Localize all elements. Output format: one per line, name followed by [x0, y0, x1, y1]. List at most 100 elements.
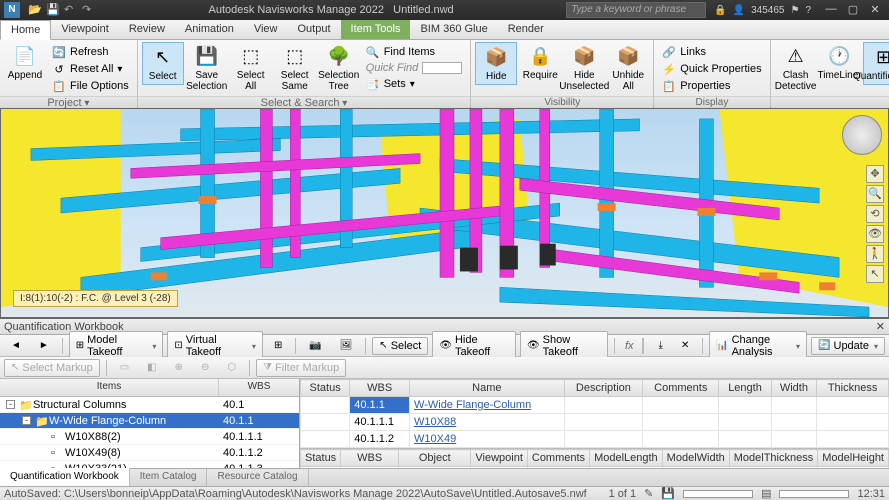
- model-takeoff-button[interactable]: ⊞ Model Takeoff: [69, 331, 164, 361]
- selection-tree-button[interactable]: 🌳Selection Tree: [318, 42, 360, 94]
- col-header[interactable]: Length: [719, 380, 771, 397]
- nav-look-icon[interactable]: 👁: [866, 225, 884, 243]
- nav-fwd-button[interactable]: ►: [32, 337, 56, 354]
- update-button[interactable]: 🔄 Update: [811, 337, 885, 355]
- col-header[interactable]: Viewpoint: [471, 450, 528, 467]
- qtab-resource-catalog[interactable]: Resource Catalog: [207, 469, 308, 486]
- col-header[interactable]: Thickness: [817, 380, 889, 397]
- nav-orbit-icon[interactable]: ⟲: [866, 205, 884, 223]
- save-selection-button[interactable]: 💾Save Selection: [186, 42, 228, 94]
- infocenter-icon[interactable]: 🔒: [714, 5, 726, 16]
- viewpoint-button[interactable]: 📷: [302, 337, 328, 354]
- select-markup-button[interactable]: ↖ Select Markup: [4, 359, 100, 377]
- tab-view[interactable]: View: [244, 20, 288, 39]
- append-button[interactable]: 📄Append: [4, 42, 46, 83]
- select-button[interactable]: ↖Select: [142, 42, 184, 85]
- find-items-button[interactable]: 🔍Find Items: [362, 44, 467, 60]
- reset-all-button[interactable]: ↺Reset All ▾: [48, 61, 133, 77]
- col-header[interactable]: WBS: [350, 380, 410, 397]
- col-header[interactable]: Comments: [527, 450, 589, 467]
- nav-back-button[interactable]: ◄: [4, 337, 28, 354]
- tab-animation[interactable]: Animation: [175, 20, 244, 39]
- change-analysis-button[interactable]: 📊 Change Analysis: [709, 331, 807, 361]
- tree-row[interactable]: ▫W10X49(8)40.1.1.2: [0, 445, 299, 461]
- close-button[interactable]: ✕: [865, 3, 885, 17]
- col-header[interactable]: Comments: [643, 380, 719, 397]
- nav-walk-icon[interactable]: 🚶: [866, 245, 884, 263]
- col-header[interactable]: ModelLength: [590, 450, 663, 467]
- tab-review[interactable]: Review: [119, 20, 175, 39]
- tab-viewpoint[interactable]: Viewpoint: [51, 20, 119, 39]
- view-cube[interactable]: [842, 115, 882, 155]
- formula-input[interactable]: [642, 338, 644, 354]
- 3d-viewport[interactable]: I:8(1):10(-2) : F.C. @ Level 3 (-28) ✥ 🔍…: [0, 108, 889, 318]
- expand-button[interactable]: ⊞: [267, 337, 289, 354]
- tab-home[interactable]: Home: [0, 20, 51, 40]
- tree-head-items[interactable]: Items: [0, 379, 219, 396]
- tab-output[interactable]: Output: [288, 20, 341, 39]
- select-same-button[interactable]: ⬚Select Same: [274, 42, 316, 94]
- markup-count-icon[interactable]: ⊕: [168, 359, 190, 376]
- import-button[interactable]: ⤓: [652, 337, 670, 354]
- tree-row[interactable]: -📁W-Wide Flange-Column40.1.1: [0, 413, 299, 429]
- col-header[interactable]: Status: [301, 450, 341, 467]
- maximize-button[interactable]: ▢: [843, 3, 863, 17]
- tree-row[interactable]: ▫W10X88(2)40.1.1.1: [0, 429, 299, 445]
- links-button[interactable]: 🔗Links: [658, 44, 765, 60]
- qat-open-icon[interactable]: 📂: [28, 3, 42, 17]
- memory-icon[interactable]: ▤: [761, 487, 771, 500]
- qtab-quantification-workbook[interactable]: Quantification Workbook: [0, 468, 130, 486]
- sets-button[interactable]: 📑Sets ▾: [362, 76, 467, 92]
- hide-unselected-button[interactable]: 📦Hide Unselected: [563, 42, 605, 94]
- help-search[interactable]: Type a keyword or phrase: [566, 2, 706, 18]
- select-all-button[interactable]: ⬚Select All: [230, 42, 272, 94]
- tab-bim-360-glue[interactable]: BIM 360 Glue: [410, 20, 497, 39]
- clash-detective-button[interactable]: ⚠Clash Detective: [775, 42, 817, 94]
- col-header[interactable]: Status: [301, 380, 350, 397]
- col-header[interactable]: Object: [399, 450, 471, 467]
- table-row[interactable]: 40.1.1W-Wide Flange-Column: [301, 397, 889, 414]
- tree-row[interactable]: -📁Structural Columns40.1: [0, 397, 299, 413]
- quantification-button[interactable]: ⊞Quantification: [863, 42, 889, 85]
- quick-properties-button[interactable]: ⚡Quick Properties: [658, 61, 765, 77]
- file-options-button[interactable]: 📋File Options: [48, 78, 133, 94]
- filter-markup-button[interactable]: ⧩ Filter Markup: [256, 359, 346, 377]
- tab-item-tools[interactable]: Item Tools: [341, 20, 411, 39]
- qat-save-icon[interactable]: 💾: [46, 3, 60, 17]
- qat-redo-icon[interactable]: ↷: [82, 3, 96, 17]
- pencil-icon[interactable]: ✎: [644, 487, 653, 500]
- require-button[interactable]: 🔒Require: [519, 42, 561, 83]
- user-icon[interactable]: 👤: [733, 5, 745, 16]
- refresh-button[interactable]: 🔄Refresh: [48, 44, 133, 60]
- nav-select-icon[interactable]: ↖: [866, 265, 884, 283]
- help-icon[interactable]: ?: [805, 5, 811, 16]
- col-header[interactable]: WBS: [341, 450, 399, 467]
- col-header[interactable]: ModelHeight: [818, 450, 889, 467]
- mask-button[interactable]: 🖼: [333, 337, 360, 354]
- drive-icon[interactable]: 💾: [661, 487, 675, 500]
- col-header[interactable]: ModelThickness: [729, 450, 817, 467]
- markup-polyline-icon[interactable]: ⬡: [220, 359, 243, 376]
- delete-button[interactable]: ✕: [674, 337, 696, 354]
- hide-button[interactable]: 📦Hide: [475, 42, 517, 85]
- virtual-takeoff-button[interactable]: ⊡ Virtual Takeoff: [167, 331, 263, 361]
- select-button-q[interactable]: ↖ Select: [372, 337, 428, 355]
- markup-line-icon[interactable]: ▭: [113, 359, 136, 376]
- properties-button[interactable]: 📋Properties: [658, 78, 765, 94]
- hide-takeoff-button[interactable]: 👁 Hide Takeoff: [432, 331, 516, 361]
- markup-backout-icon[interactable]: ⊖: [194, 359, 216, 376]
- tree-row[interactable]: ▫W10X33(21)40.1.1.3: [0, 461, 299, 468]
- quick-find-input[interactable]: Quick Find: [362, 61, 467, 75]
- qat-undo-icon[interactable]: ↶: [64, 3, 78, 17]
- col-header[interactable]: ModelWidth: [662, 450, 729, 467]
- table-row[interactable]: 40.1.1.2W10X49: [301, 431, 889, 448]
- markup-area-icon[interactable]: ◧: [140, 359, 163, 376]
- unhide-all-button[interactable]: 📦Unhide All: [607, 42, 649, 94]
- tab-render[interactable]: Render: [498, 20, 554, 39]
- minimize-button[interactable]: ―: [821, 3, 841, 17]
- col-header[interactable]: Name: [410, 380, 565, 397]
- nav-zoom-icon[interactable]: 🔍: [866, 185, 884, 203]
- favorite-icon[interactable]: ⚑: [790, 5, 799, 16]
- show-takeoff-button[interactable]: 👁 Show Takeoff: [520, 331, 608, 361]
- col-header[interactable]: Width: [771, 380, 817, 397]
